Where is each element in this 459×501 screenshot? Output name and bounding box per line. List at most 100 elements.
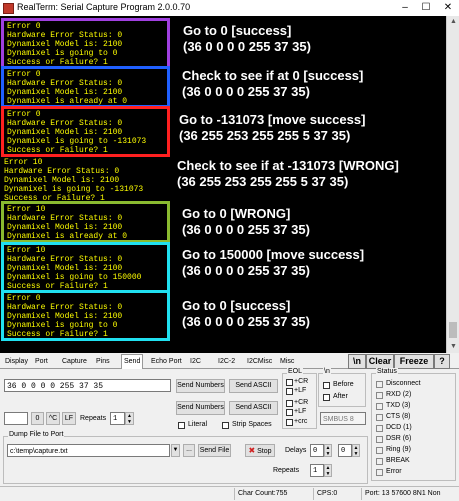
repeats-input[interactable]: 1: [110, 412, 125, 425]
tab-display[interactable]: Display: [3, 355, 30, 368]
zero-button[interactable]: 0: [31, 412, 44, 425]
status-bar: Char Count:755 CPS:0 Port: 13 57600 8N1 …: [0, 486, 459, 501]
repeats-label: Repeats: [80, 415, 107, 422]
delay-input-2[interactable]: 0: [338, 444, 352, 457]
scroll-thumb[interactable]: [449, 322, 457, 338]
dump-repeats-spinner[interactable]: ▲ ▼: [324, 464, 332, 477]
tab-misc[interactable]: Misc: [278, 355, 296, 368]
status-item: Error: [386, 468, 402, 475]
status-item: DCD (1): [386, 424, 412, 431]
before-label: Before: [333, 381, 354, 388]
eol-cr-checkbox-2[interactable]: [286, 400, 293, 407]
status-led: [376, 381, 383, 388]
send-numbers-button-2[interactable]: Send Numbers: [176, 401, 225, 415]
dump-file-title: Dump File to Port: [8, 431, 65, 438]
newline-button[interactable]: \n: [348, 354, 366, 369]
tab-pins[interactable]: Pins: [94, 355, 112, 368]
status-led: [376, 403, 383, 410]
send-input-1[interactable]: 36 0 0 0 0 255 37 35: [4, 379, 171, 392]
strip-spaces-label: Strip Spaces: [232, 421, 272, 428]
status-item: RXD (2): [386, 391, 412, 398]
strip-spaces-checkbox[interactable]: [222, 422, 229, 429]
before-checkbox[interactable]: [323, 382, 330, 389]
send-ascii-button-1[interactable]: Send ASCII: [229, 379, 278, 393]
send-numbers-button-1[interactable]: Send Numbers: [176, 379, 225, 393]
eol-lf-checkbox-2[interactable]: [286, 409, 293, 416]
dump-repeats-label: Repeats: [273, 467, 300, 474]
cps-readout: CPS:0: [313, 488, 347, 500]
eol-crc-checkbox[interactable]: [286, 419, 293, 426]
annotation: Go to 0 [WRONG] (36 0 0 0 0 255 37 35): [182, 206, 310, 237]
scroll-down-icon[interactable]: ▼: [447, 341, 459, 353]
highlight-box: Error 0 Hardware Error Status: 0 Dynamixel…: [1, 106, 170, 157]
stop-label: Stop: [257, 448, 272, 455]
close-button[interactable]: ✕: [438, 0, 458, 16]
highlight-box: Error 0 Hardware Error Status: 0 Dynamixel…: [1, 18, 170, 69]
send-file-button[interactable]: Send File: [198, 444, 231, 457]
lf-button[interactable]: LF: [62, 412, 76, 425]
highlight-box: Error 0 Hardware Error Status: 0 Dynamixel…: [1, 66, 170, 108]
port-settings: Port: 13 57600 8N1 Non: [361, 488, 459, 500]
scroll-up-icon[interactable]: ▲: [447, 16, 459, 28]
char-count: Char Count:755: [234, 488, 308, 500]
status-led: [376, 392, 383, 399]
maximize-button[interactable]: ☐: [416, 0, 436, 16]
annotation: Go to 0 [success] (36 0 0 0 0 255 37 35): [183, 23, 311, 54]
minimize-button[interactable]: –: [395, 0, 415, 16]
tab-echo-port[interactable]: Echo Port: [149, 355, 184, 368]
vertical-scrollbar[interactable]: ▲ ▼: [446, 16, 459, 353]
clear-button[interactable]: Clear: [366, 354, 394, 369]
eol-label: +LF: [294, 387, 307, 394]
stop-button[interactable]: ✖ Stop: [245, 444, 275, 457]
status-item: BREAK: [386, 457, 410, 464]
status-item: DSR (6): [386, 435, 412, 442]
stop-icon: ✖: [248, 446, 256, 455]
repeats-spinner[interactable]: ▲ ▼: [125, 412, 134, 425]
tab-send[interactable]: Send: [121, 354, 144, 369]
app-icon: [3, 3, 14, 14]
annotation: Check to see if at 0 [success] (36 0 0 0 …: [182, 68, 364, 99]
after-checkbox[interactable]: [323, 394, 330, 401]
ctrl-c-button[interactable]: ^C: [46, 412, 60, 425]
tab-port[interactable]: Port: [33, 355, 50, 368]
delays-label: Delays: [285, 447, 307, 454]
tab-i2cmisc[interactable]: I2CMisc: [245, 355, 274, 368]
smbus-select[interactable]: SMBUS 8: [320, 412, 366, 425]
delay-spinner-2[interactable]: ▲ ▼: [352, 444, 360, 457]
status-led: [376, 425, 383, 432]
highlight-box: Error 10 Hardware Error Status: 0 Dynamixe…: [1, 201, 170, 243]
browse-button[interactable]: ...: [183, 444, 195, 457]
delay-input-1[interactable]: 0: [310, 444, 324, 457]
status-item: Ring (9): [386, 446, 411, 453]
dump-path-dropdown[interactable]: ▼: [171, 444, 180, 457]
highlight-box: Error 0 Hardware Error Status: 0 Dynamixel…: [1, 290, 170, 341]
after-label: After: [333, 393, 348, 400]
annotation: Go to -131073 [move success] (36 255 253 …: [179, 112, 366, 143]
eol-lf-checkbox-1[interactable]: [286, 388, 293, 395]
annotation: Check to see if at -131073 [WRONG] (36 25…: [177, 158, 399, 189]
status-item: TXD (3): [386, 402, 411, 409]
eol-label: +crc: [294, 418, 308, 425]
literal-label: Literal: [188, 421, 208, 428]
terminal-output: Error 10 Hardware Error Status: 0 Dynamixe…: [7, 205, 128, 241]
dump-file-path[interactable]: c:\temp\capture.txt: [7, 444, 170, 457]
send-ascii-button-2[interactable]: Send ASCII: [229, 401, 278, 415]
newline-group: \n: [318, 368, 366, 407]
terminal-output: Error 10 Hardware Error Status: 0 Dynamixe…: [4, 158, 144, 203]
literal-checkbox[interactable]: [178, 422, 185, 429]
annotation: Go to 150000 [move success] (36 0 0 0 0 2…: [182, 247, 365, 278]
tab-capture[interactable]: Capture: [60, 355, 89, 368]
delay-spinner-1[interactable]: ▲ ▼: [324, 444, 332, 457]
status-led: [376, 414, 383, 421]
status-item: Disconnect: [386, 380, 421, 387]
title-bar: RealTerm: Serial Capture Program 2.0.0.7…: [0, 0, 459, 17]
terminal-display[interactable]: Error 0 Hardware Error Status: 0 Dynamixel…: [0, 16, 446, 353]
terminal-output: Error 0 Hardware Error Status: 0 Dynamixel…: [7, 70, 128, 106]
tab-i2c-2[interactable]: I2C-2: [216, 355, 237, 368]
tab-i2c[interactable]: I2C: [188, 355, 203, 368]
dump-repeats-input[interactable]: 1: [310, 464, 324, 477]
send-input-2[interactable]: [4, 412, 28, 425]
freeze-button[interactable]: Freeze: [394, 354, 434, 369]
help-button[interactable]: ?: [434, 354, 450, 369]
eol-cr-checkbox-1[interactable]: [286, 379, 293, 386]
